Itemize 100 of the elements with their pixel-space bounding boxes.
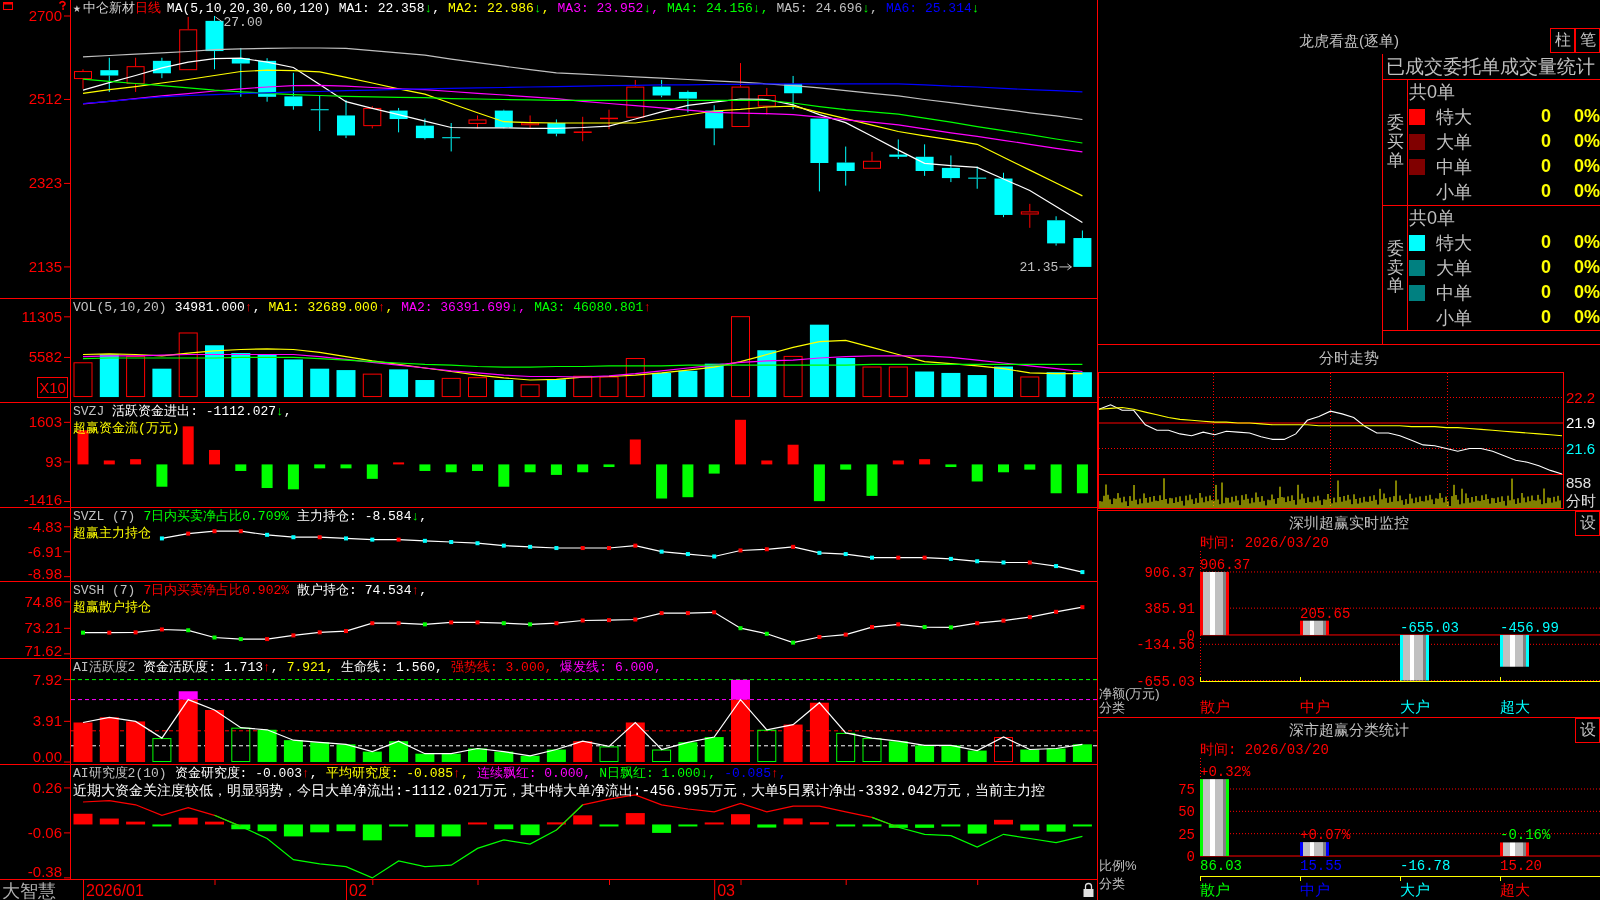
legend-item: 连续飘红: 0.000,: [476, 765, 592, 782]
line-point-marker: [1027, 615, 1032, 620]
line-point-marker: [291, 633, 296, 638]
window-icon[interactable]: [3, 2, 13, 10]
volume-bar: [494, 380, 514, 398]
y-tick-label: 2323: [28, 174, 62, 192]
category-label: 大户: [1400, 881, 1430, 898]
fund-flow-bar: [524, 464, 536, 473]
order-size-label: 小单: [1436, 180, 1473, 204]
line-point-marker: [501, 543, 506, 548]
value-label: -16.78: [1400, 858, 1451, 874]
legend-item: SVZJ: [73, 403, 105, 420]
line-point-marker: [817, 550, 822, 555]
value-label: 15.20: [1500, 858, 1542, 874]
line-point-marker: [475, 620, 480, 625]
chart-mode-button[interactable]: 笔: [1575, 28, 1600, 53]
line-point-marker: [843, 632, 848, 637]
volume-bar: [888, 366, 908, 398]
legend-item: 爆发线: 6.000,: [560, 659, 662, 676]
fund-flow-bar: [287, 464, 299, 490]
change-label: +0.32%: [1200, 764, 1251, 781]
legend-item: 散户持仓: 74.534↑,: [297, 582, 428, 599]
research-bar: [967, 824, 987, 834]
axis-tick-label: 22.2: [1566, 388, 1596, 406]
settings-button[interactable]: 设: [1575, 718, 1600, 743]
activity-bar: [283, 740, 303, 762]
legend-item: SVZL (7): [73, 508, 136, 525]
research-bar: [652, 824, 672, 833]
order-count: 0: [1540, 131, 1551, 152]
axis-tick-label: 11305: [21, 307, 71, 325]
line-point-marker: [633, 617, 638, 622]
line-point-marker: [370, 621, 375, 626]
axis-tick-label: 1603: [28, 413, 71, 431]
activity-bar: [599, 746, 619, 762]
volume-bar: [283, 359, 303, 398]
fund-flow-bar: [945, 464, 957, 468]
volume-bar: [1046, 372, 1066, 398]
line-point-marker: [186, 531, 191, 536]
activity-bar: [704, 737, 724, 762]
legend-item: MA1: 22.358↓,: [338, 0, 441, 17]
line-point-marker: [685, 552, 690, 557]
volume-bar: [678, 370, 698, 398]
axis-title: 净额(万元): [1099, 686, 1160, 701]
y-tick-label: 93: [45, 452, 62, 470]
candlestick: [784, 75, 803, 110]
y-tick-label: 7.92: [32, 670, 62, 688]
change-label: -0.16%: [1500, 827, 1551, 844]
candlestick: [152, 57, 171, 79]
research-bar: [704, 822, 724, 825]
activity-bar: [967, 750, 987, 762]
research-bar: [310, 824, 330, 833]
axis-tick-label: 0: [1186, 849, 1195, 865]
legend-item: 主力持仓: -8.584↓,: [297, 508, 428, 525]
group-label: 委买单: [1386, 114, 1404, 171]
activity-bar: [336, 744, 356, 762]
activity-bar: [1072, 744, 1092, 762]
line-point-marker: [317, 535, 322, 540]
lock-icon[interactable]: [1083, 882, 1094, 897]
activity-bar: [362, 751, 382, 762]
candlestick: [757, 87, 776, 116]
fund-flow-bar: [366, 464, 378, 479]
candlestick: [284, 72, 303, 111]
line-point-marker: [659, 611, 664, 616]
help-icon[interactable]: [58, 0, 66, 10]
chart-mode-button[interactable]: 柱: [1550, 28, 1575, 53]
legend-item: VOL(5,10,20): [73, 299, 167, 316]
activity-bar: [809, 702, 829, 762]
fund-flow-bar: [577, 464, 589, 473]
order-count: 0: [1540, 282, 1551, 303]
line-point-marker: [843, 552, 848, 557]
research-bar: [599, 824, 619, 827]
line-point-marker: [1027, 560, 1032, 565]
research-bar: [546, 822, 566, 825]
order-size-label: 中单: [1436, 155, 1473, 179]
axis-tick-label: 3.91: [32, 712, 71, 730]
fund-flow-bar: [209, 449, 220, 465]
volume-unit-label: X10: [37, 377, 68, 398]
line-point-marker: [159, 536, 164, 541]
net-amount-bar: [1400, 634, 1429, 681]
line-point-marker: [870, 555, 874, 560]
line-point-marker: [133, 630, 138, 635]
net-amount-bar: [1500, 634, 1529, 667]
order-count: 0: [1540, 181, 1551, 202]
line-point-marker: [975, 559, 980, 564]
line-point-marker: [344, 536, 348, 541]
axis-tick-label: 74.86: [24, 592, 71, 610]
axis-tick-label: 0.00: [32, 748, 71, 764]
order-count: 0: [1540, 257, 1551, 278]
indicator-subtitle: 超赢主力持仓: [73, 525, 151, 542]
line-point-marker: [449, 540, 454, 545]
legend-item: AI研究度2(10): [73, 765, 167, 782]
stock-name: 中仑新材: [82, 0, 135, 17]
activity-bar: [415, 753, 435, 762]
settings-button[interactable]: 设: [1575, 511, 1600, 536]
fund-flow-bar: [656, 464, 668, 499]
fund-flow-bar: [235, 464, 247, 471]
activity-bar: [126, 721, 146, 762]
activity-bar: [678, 742, 698, 762]
candlestick: [731, 62, 750, 128]
legend-item: 7.921,: [286, 659, 334, 676]
